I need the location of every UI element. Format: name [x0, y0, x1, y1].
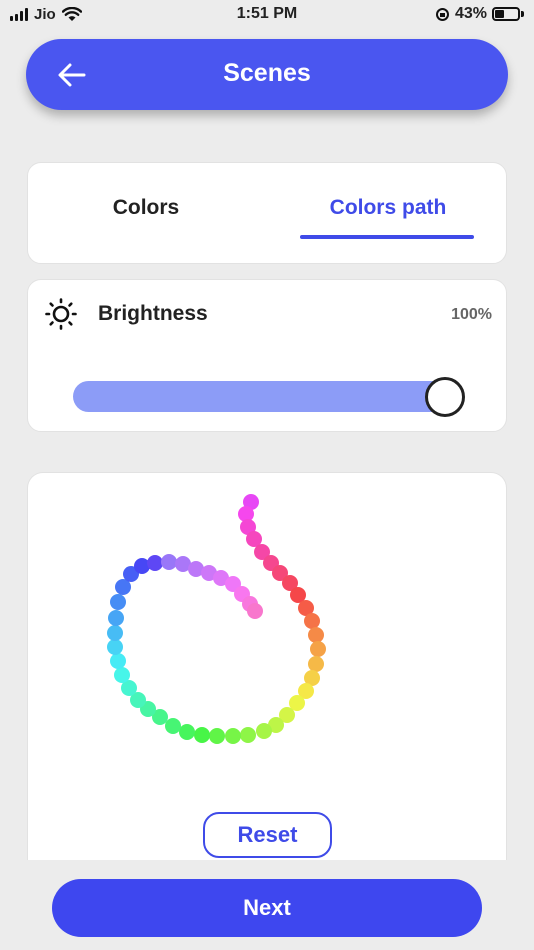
rotation-lock-icon: [435, 7, 449, 21]
brightness-card: Brightness 100%: [27, 279, 507, 432]
path-dot: [110, 594, 126, 610]
tab-active-indicator: [300, 235, 474, 239]
path-dot: [194, 727, 210, 743]
brightness-slider-track[interactable]: [73, 381, 453, 412]
path-dot: [165, 718, 181, 734]
battery-percent: 43%: [454, 5, 487, 22]
brightness-label: Brightness: [98, 302, 208, 325]
path-dot: [308, 627, 324, 643]
path-dot: [114, 667, 130, 683]
path-dot: [161, 554, 177, 570]
path-dot: [308, 656, 324, 672]
tab-colors[interactable]: Colors: [88, 196, 204, 220]
reset-button[interactable]: Reset: [203, 812, 332, 858]
path-dot: [147, 555, 163, 571]
color-path-canvas[interactable]: [28, 473, 508, 803]
path-dot: [256, 723, 272, 739]
status-bar: Jio 1:51 PM 43%: [0, 0, 534, 30]
battery-nub: [521, 11, 524, 17]
path-dot: [247, 603, 263, 619]
next-button[interactable]: Next: [52, 879, 482, 937]
tab-colors-path[interactable]: Colors path: [300, 196, 476, 220]
path-dot: [179, 724, 195, 740]
page-title: Scenes: [223, 59, 311, 87]
brightness-value: 100%: [451, 306, 492, 323]
path-dot: [240, 727, 256, 743]
path-dot: [225, 728, 241, 744]
brightness-slider-thumb[interactable]: [425, 377, 465, 417]
path-dot: [209, 728, 225, 744]
path-dot: [304, 613, 320, 629]
sun-icon: [45, 298, 77, 330]
path-dot: [110, 653, 126, 669]
path-dot: [310, 641, 326, 657]
path-dot: [108, 610, 124, 626]
header-bar: Scenes: [26, 39, 508, 110]
status-right: 43%: [435, 5, 524, 23]
color-path-card[interactable]: Reset: [27, 472, 507, 860]
path-dot: [107, 625, 123, 641]
battery-icon: [492, 7, 520, 21]
path-dot: [107, 639, 123, 655]
tabs-card: Colors Colors path: [27, 162, 507, 264]
